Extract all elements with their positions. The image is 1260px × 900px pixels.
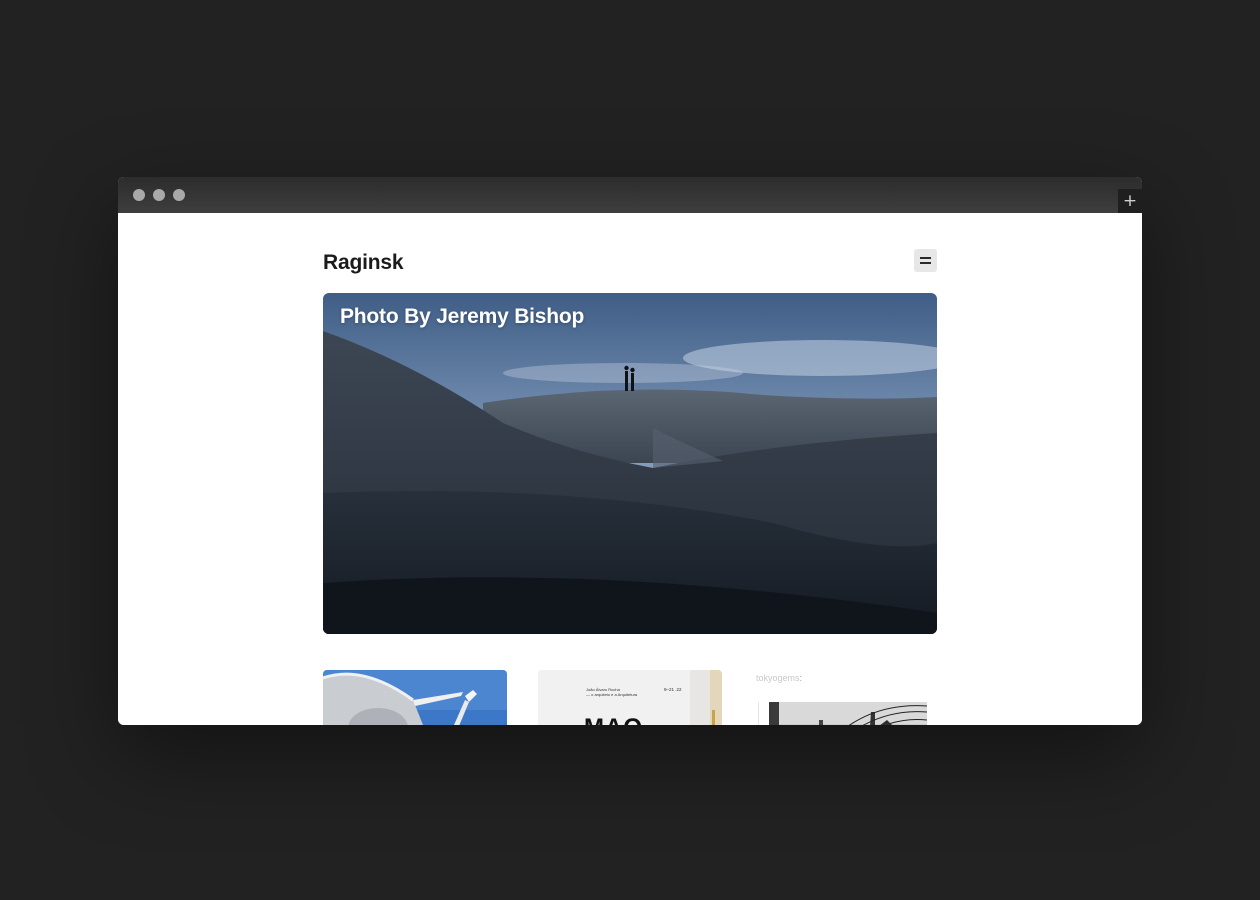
hero-caption: Photo By Jeremy Bishop	[340, 305, 585, 328]
browser-window: + Raginsk Photo By Jeremy Bishop João Ál…	[118, 177, 1142, 725]
close-window-button[interactable]	[133, 189, 145, 201]
embed-username[interactable]: tokyogems:	[756, 673, 802, 683]
post-thumbnail[interactable]	[323, 670, 507, 725]
embedded-photo[interactable]	[758, 702, 927, 725]
maximize-window-button[interactable]	[173, 189, 185, 201]
menu-button[interactable]	[914, 249, 937, 272]
poster-title: João Álvaro Rocha — o arquiteto e a Arqu…	[586, 687, 638, 697]
hero-image[interactable]: Photo By Jeremy Bishop	[323, 293, 937, 634]
street-power-lines-photo	[759, 702, 927, 725]
page-content: Raginsk Photo By Jeremy Bishop João Álva…	[118, 213, 1142, 725]
minimize-window-button[interactable]	[153, 189, 165, 201]
poster-date: 9–21 .22	[664, 687, 682, 692]
poster-big-text: MAO	[584, 714, 643, 725]
window-titlebar: +	[118, 177, 1142, 213]
post-thumbnail[interactable]: João Álvaro Rocha — o arquiteto e a Arqu…	[538, 670, 722, 725]
plus-icon: +	[1122, 191, 1138, 211]
site-logo[interactable]: Raginsk	[323, 251, 403, 275]
menu-icon	[920, 257, 931, 259]
new-tab-button[interactable]: +	[1118, 189, 1142, 213]
desert-dunes-photo	[323, 293, 937, 634]
radio-telescope-photo	[323, 670, 507, 725]
